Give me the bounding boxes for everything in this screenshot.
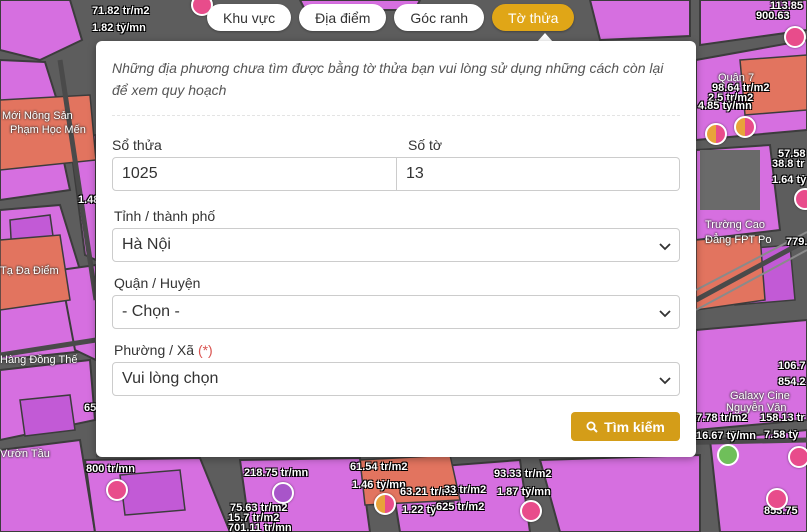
place-label: Hàng Đồng Thế [0,354,78,366]
price-label: 93.33 tr/m2 [494,468,552,480]
ward-label-text: Phường / Xã [114,342,195,358]
price-label: 701.11 tr/mn [228,522,292,532]
sheet-number-input[interactable]: 13 [397,157,680,191]
price-label: 38.8 tr [772,158,805,170]
price-label: 1.22 tỷ [402,504,437,516]
chevron-down-icon [659,377,671,385]
place-label: Quận 7 [718,72,755,84]
ward-select[interactable]: Vui lòng chọn [112,362,680,396]
search-icon [586,421,598,433]
price-label: 800 tr/mn [86,463,135,475]
map-pin[interactable] [272,482,294,504]
price-label: 779. [786,236,807,248]
map-pin[interactable] [705,123,727,145]
ward-value: Vui lòng chọn [122,370,219,387]
price-label: 113.85 [770,0,804,12]
price-label: 1.82 tỷ/mn [92,22,146,34]
place-label: Mới Nông Sản [2,110,73,122]
chevron-down-icon [659,310,671,318]
search-mode-tabs: Khu vực Địa điểm Góc ranh Tờ thửa [207,4,575,31]
parcel-search-panel: Những địa phương chưa tìm được bằng tờ t… [96,41,696,457]
required-marker: (*) [197,342,213,358]
place-label: Phạm Học Mến [10,124,86,136]
panel-note: Những địa phương chưa tìm được bằng tờ t… [112,60,664,98]
price-label: 106.7 [778,360,806,372]
map-pin[interactable] [788,446,807,468]
price-label: 33 tr/m2 [444,484,487,496]
price-label: 625 tr/m2 [436,501,485,513]
province-value: Hà Nội [122,236,171,253]
price-label: 854.2 [778,376,806,388]
district-label: Quận / Huyện [114,275,201,291]
tab-dia-diem[interactable]: Địa điểm [299,4,387,31]
price-label: 1.87 tỷ/mn [497,486,551,498]
price-label: 1.64 tỷ [772,174,807,186]
divider [112,115,680,116]
map-pin[interactable] [374,493,396,515]
tab-to-thua[interactable]: Tờ thửa [492,4,575,31]
price-label: 16.67 tỷ/mn [696,430,756,442]
tab-goc-ranh[interactable]: Góc ranh [394,4,485,31]
place-label: Nguyễn Văn [726,402,787,414]
district-value: - Chọn - [122,303,180,320]
map-pin[interactable] [734,116,756,138]
place-label: Đẳng FPT Po [705,234,772,246]
map-pin[interactable] [106,479,128,501]
parcel-number-input[interactable]: 1025 [112,157,397,191]
sheet-number-label: Số tờ [408,137,443,153]
price-label: 1.46 tỷ/mn [352,479,406,491]
district-select[interactable]: - Chọn - [112,295,680,329]
province-label: Tỉnh / thành phố [114,208,216,224]
search-button[interactable]: Tìm kiếm [571,412,680,441]
place-label: Vườn Tầu [0,448,50,460]
price-label: 61.54 tr/m2 [350,461,408,473]
price-label: 7.58 tỷ [764,429,799,441]
ward-label: Phường / Xã (*) [114,342,213,358]
place-label: Galaxy Cine [730,390,790,402]
map-pin[interactable] [520,500,542,522]
price-label: 75.63 tr/m2 [230,502,288,514]
province-select[interactable]: Hà Nội [112,228,680,262]
price-label: 71.82 tr/m2 [92,5,150,17]
parcel-number-label: Sổ thửa [112,137,162,153]
chevron-down-icon [659,243,671,251]
price-label: 218.75 tr/mn [244,467,309,479]
tab-khu-vuc[interactable]: Khu vực [207,4,292,31]
map-pin[interactable] [766,488,788,510]
place-label: Tạ Đa Điểm [0,265,59,277]
search-button-label: Tìm kiếm [604,418,665,435]
price-label: 65 [84,402,97,414]
map-pin[interactable] [784,26,806,48]
price-label: 4.85 tỷ/mn [698,100,752,112]
place-label: Trường Cao [705,219,766,231]
